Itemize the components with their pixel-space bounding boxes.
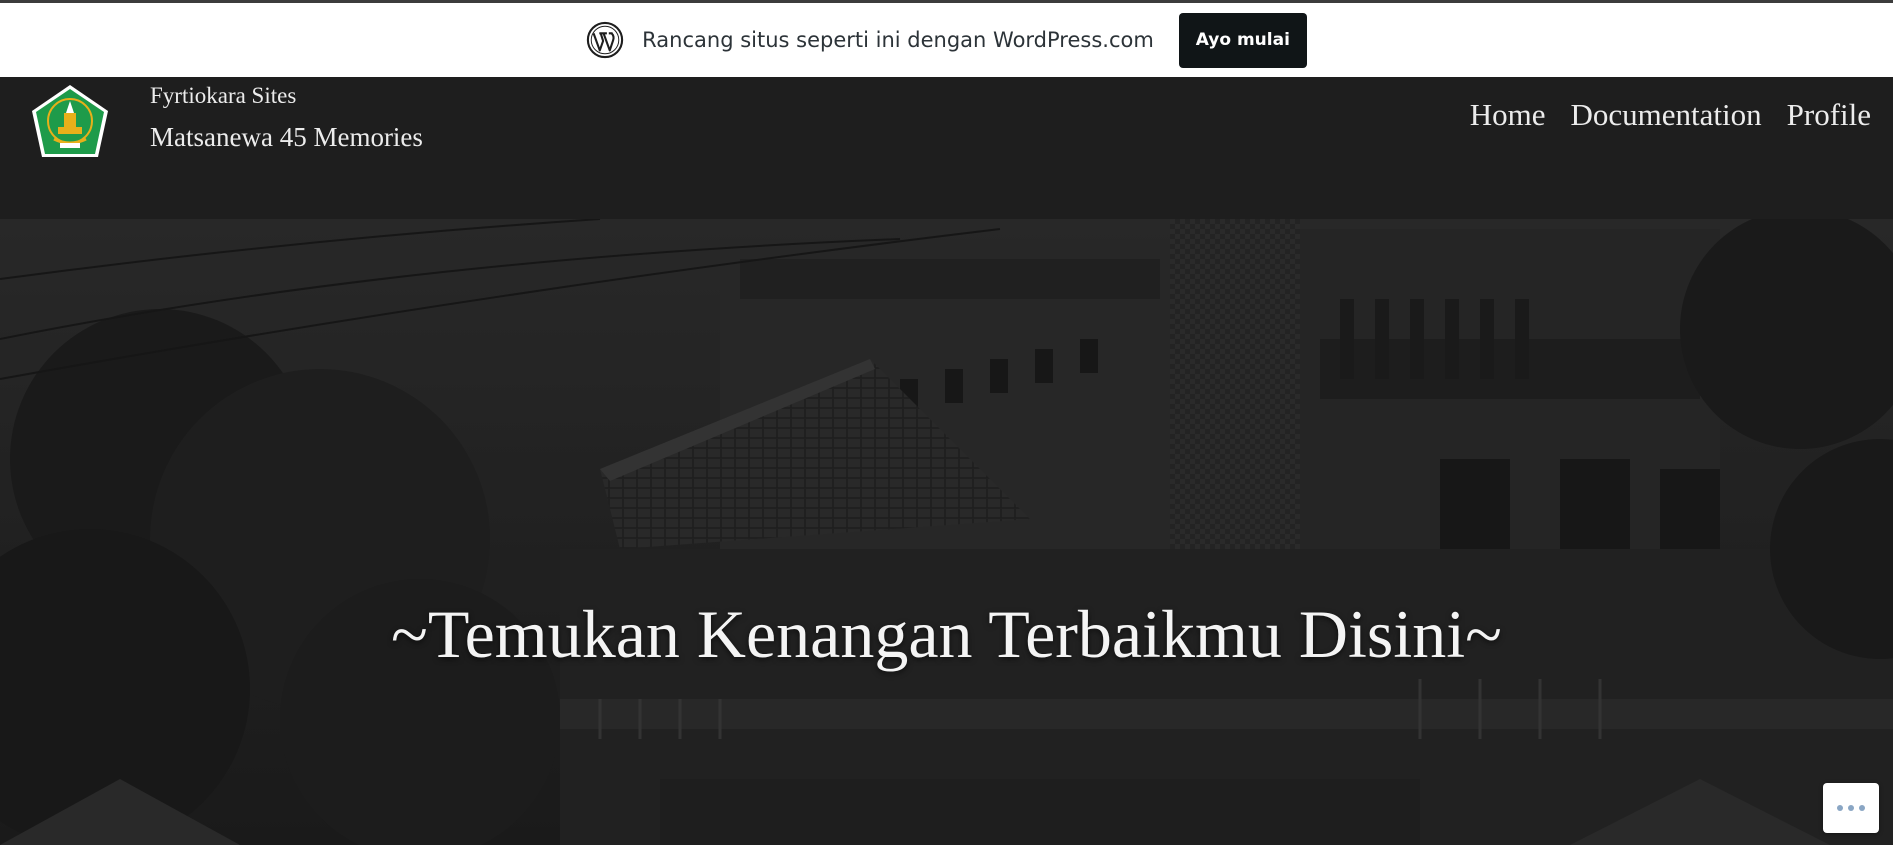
- hero-section: ~Temukan Kenangan Terbaikmu Disini~: [0, 219, 1893, 845]
- site-header: Fyrtiokara Sites Matsanewa 45 Memories H…: [0, 77, 1893, 219]
- site-title[interactable]: Matsanewa 45 Memories: [150, 122, 423, 153]
- nav-documentation[interactable]: Documentation: [1571, 97, 1762, 133]
- wordpress-logo-icon: [587, 21, 624, 59]
- ellipsis-icon: [1837, 805, 1843, 811]
- hero-heading: ~Temukan Kenangan Terbaikmu Disini~: [391, 596, 1502, 672]
- promo-text: Rancang situs seperti ini dengan WordPre…: [642, 28, 1154, 52]
- nav-profile[interactable]: Profile: [1787, 97, 1871, 133]
- main-navigation: Home Documentation Profile: [1470, 97, 1871, 133]
- more-options-button[interactable]: [1823, 783, 1879, 833]
- ellipsis-dot: [1848, 805, 1854, 811]
- school-emblem-logo[interactable]: [28, 83, 112, 163]
- site-subtitle[interactable]: Fyrtiokara Sites: [150, 83, 296, 109]
- nav-home[interactable]: Home: [1470, 97, 1546, 133]
- wordpress-promo-bar: Rancang situs seperti ini dengan WordPre…: [0, 0, 1893, 77]
- ellipsis-dot: [1859, 805, 1865, 811]
- hero-background-image: [0, 219, 1893, 845]
- get-started-button[interactable]: Ayo mulai: [1178, 12, 1307, 68]
